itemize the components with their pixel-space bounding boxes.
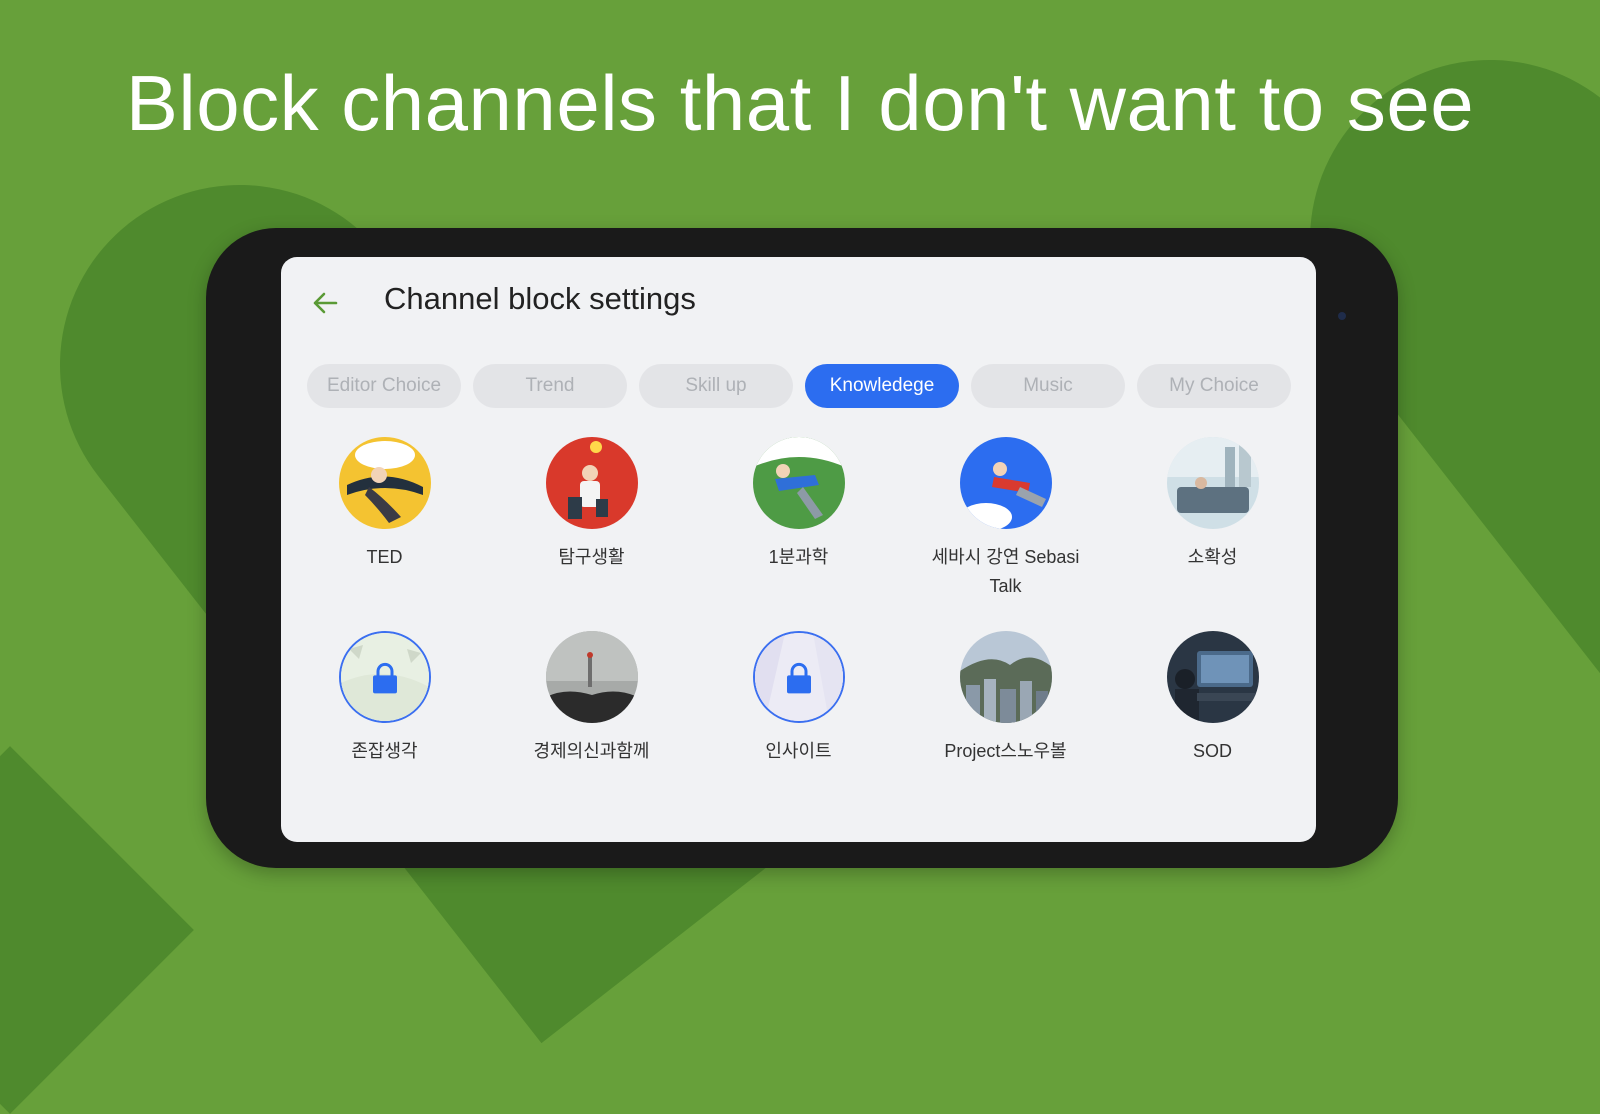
page-title: Channel block settings xyxy=(384,281,696,316)
channel-item-insight[interactable]: 인사이트 xyxy=(695,631,902,766)
app-bar: Channel block settings xyxy=(281,257,1316,347)
channel-item-sohwakseong[interactable]: 소확성 xyxy=(1109,437,1316,601)
channel-avatar xyxy=(1166,437,1259,529)
channel-name: 존잡생각 xyxy=(351,741,418,761)
lock-icon xyxy=(786,662,811,694)
tab-knowledege[interactable]: Knowledege xyxy=(805,364,959,408)
channel-avatar xyxy=(752,437,845,529)
promo-headline: Block channels that I don't want to see xyxy=(125,59,1475,147)
arrow-left-icon xyxy=(313,292,338,314)
channel-name: 인사이트 xyxy=(765,741,832,761)
tab-music[interactable]: Music xyxy=(971,364,1125,408)
tab-trend[interactable]: Trend xyxy=(473,364,627,408)
category-tabs: Editor Choice Trend Skill up Knowledege … xyxy=(307,364,1291,408)
channel-item-tamgu[interactable]: 탐구생활 xyxy=(488,437,695,601)
channel-avatar xyxy=(959,631,1052,723)
camera-dot xyxy=(1338,312,1346,320)
channel-item-economy[interactable]: 경제의신과함께 xyxy=(488,631,695,766)
channel-name: 경제의신과함께 xyxy=(533,741,650,761)
channel-name: Project스노우볼 xyxy=(944,741,1067,761)
channel-name: SOD xyxy=(1192,741,1232,761)
lock-icon xyxy=(372,662,397,694)
channel-item-project-snowball[interactable]: Project스노우볼 xyxy=(902,631,1109,766)
channel-item-ted[interactable]: TED xyxy=(281,437,488,601)
channel-avatar xyxy=(545,437,638,529)
channel-avatar xyxy=(338,437,431,529)
tab-editor-choice[interactable]: Editor Choice xyxy=(307,364,461,408)
channel-name: 세바시 강연 Sebasi Talk xyxy=(931,547,1080,596)
background-shape-corner xyxy=(0,746,194,1114)
channel-item-1min-science[interactable]: 1분과학 xyxy=(695,437,902,601)
channel-item-sebasi[interactable]: 세바시 강연 Sebasi Talk xyxy=(902,437,1109,601)
channel-item-sod[interactable]: SOD xyxy=(1109,631,1316,766)
channel-avatar-blocked xyxy=(752,631,845,723)
channel-avatar-blocked xyxy=(338,631,431,723)
channel-avatar xyxy=(545,631,638,723)
tab-my-choice[interactable]: My Choice xyxy=(1137,364,1291,408)
channel-avatar xyxy=(1166,631,1259,723)
back-button[interactable] xyxy=(307,285,343,321)
channel-name: TED xyxy=(366,547,403,567)
channel-grid: TED 탐구생활 1분과학 세바시 강연 Sebasi Talk 소확성 존잡생… xyxy=(281,437,1316,766)
app-screen: Channel block settings Editor Choice Tre… xyxy=(281,257,1316,842)
channel-avatar xyxy=(959,437,1052,529)
channel-name: 소확성 xyxy=(1187,547,1238,567)
channel-name: 1분과학 xyxy=(768,547,829,567)
tab-skill-up[interactable]: Skill up xyxy=(639,364,793,408)
channel-item-jonjap[interactable]: 존잡생각 xyxy=(281,631,488,766)
channel-name: 탐구생활 xyxy=(558,547,625,567)
